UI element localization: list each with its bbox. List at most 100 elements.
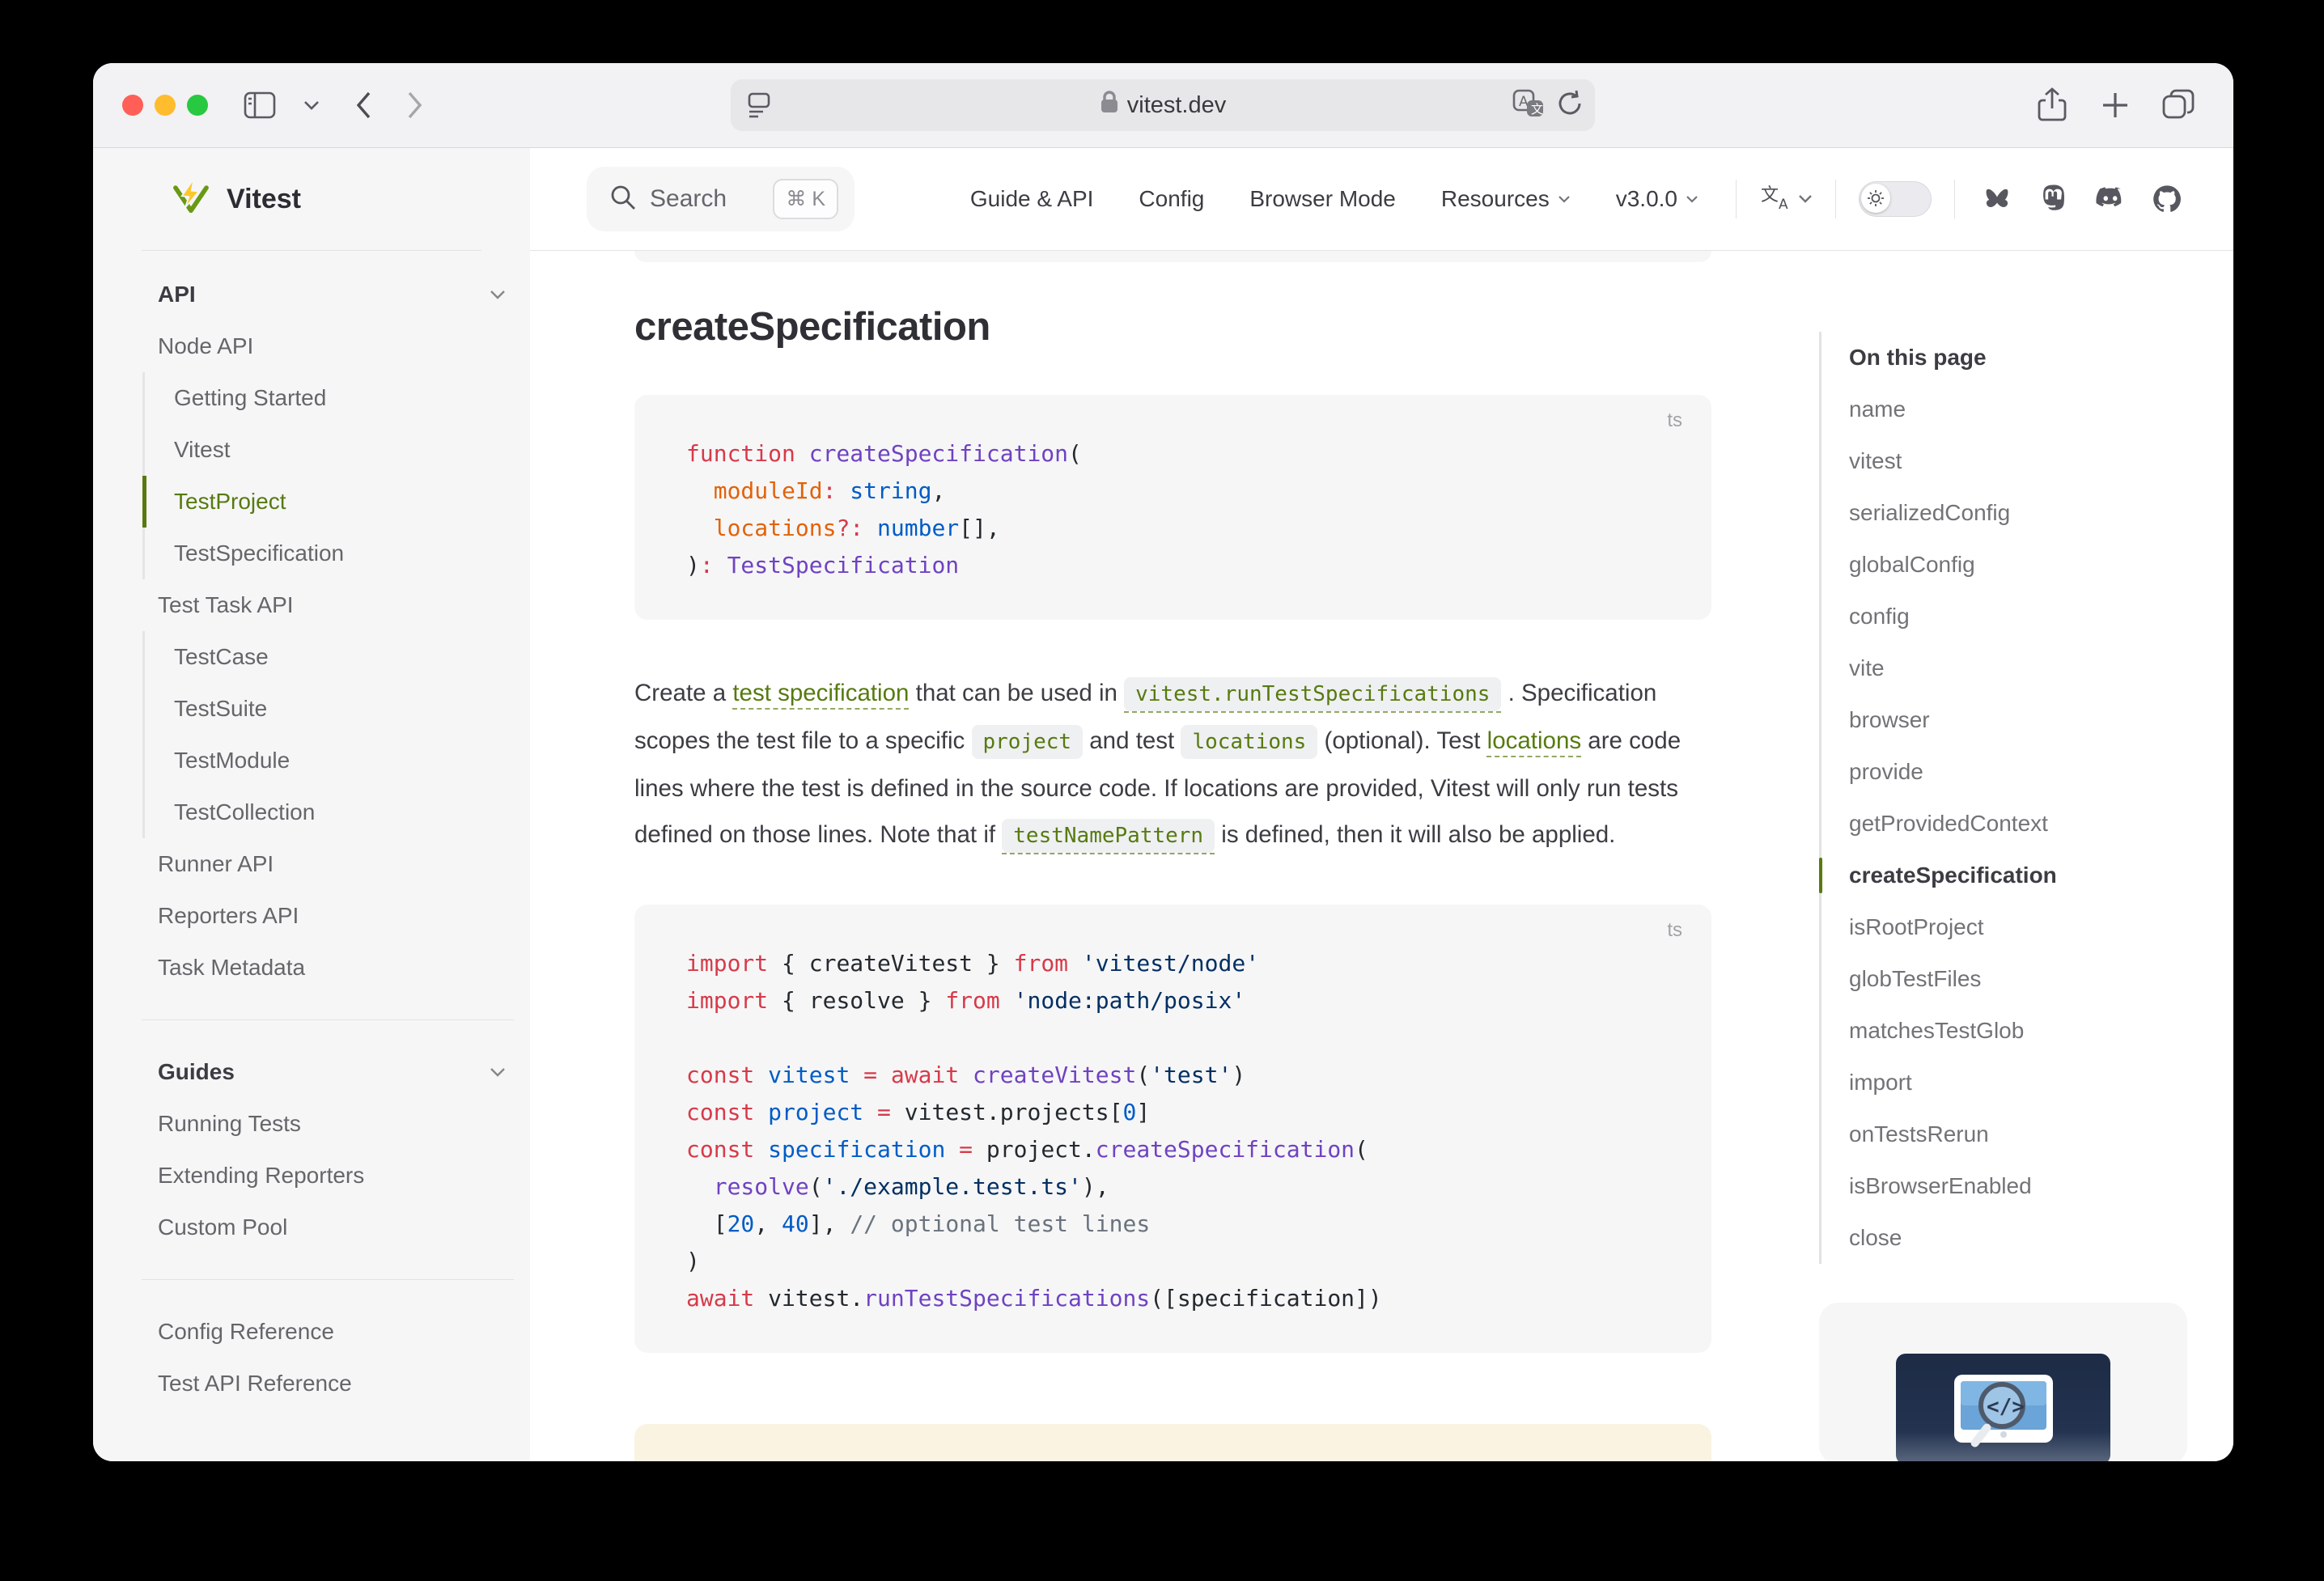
inline-code-link[interactable]: testNamePattern — [1002, 821, 1215, 854]
sidebar-link[interactable]: Vitest — [174, 437, 506, 463]
language-menu[interactable]: 文A — [1751, 183, 1821, 216]
sidebar-link[interactable]: Test Task API — [158, 592, 506, 618]
sidebar-item-testcase[interactable]: TestCase — [142, 631, 506, 683]
doc-link[interactable]: test specification — [732, 680, 909, 706]
sidebar-item-test-api-reference[interactable]: Test API Reference — [158, 1358, 506, 1409]
sidebar-item-testproject[interactable]: TestProject — [142, 476, 506, 528]
address-bar[interactable]: vitest.dev A文 — [731, 79, 1595, 131]
sidebar-link[interactable]: TestModule — [174, 748, 506, 774]
sidebar-link[interactable]: Config Reference — [158, 1319, 506, 1345]
outline-item-matchestestglob[interactable]: matchesTestGlob — [1849, 1005, 2187, 1057]
sidebar-link[interactable]: Running Tests — [158, 1111, 506, 1137]
sponsor-card[interactable]: </> — [1819, 1303, 2187, 1461]
outline-link[interactable]: globTestFiles — [1849, 966, 1981, 992]
tab-overview-icon[interactable] — [2156, 83, 2201, 128]
nav-link-guide-api[interactable]: Guide & API — [948, 186, 1117, 212]
sidebar-item-extending-reporters[interactable]: Extending Reporters — [158, 1150, 506, 1202]
sidebar-item-test-task-api[interactable]: Test Task API — [158, 579, 506, 631]
github-icon[interactable] — [2151, 183, 2183, 215]
outline-item-isbrowserenabled[interactable]: isBrowserEnabled — [1849, 1160, 2187, 1212]
translate-icon[interactable]: A文 — [1512, 89, 1545, 122]
sidebar-link[interactable]: TestCollection — [174, 799, 506, 825]
outline-link[interactable]: isRootProject — [1849, 914, 1984, 940]
sidebar-item-custom-pool[interactable]: Custom Pool — [158, 1202, 506, 1253]
outline-link[interactable]: onTestsRerun — [1849, 1121, 1989, 1147]
new-tab-icon[interactable] — [2093, 83, 2138, 128]
sidebar-link[interactable]: TestSpecification — [174, 540, 506, 566]
sidebar-item-api[interactable]: API — [158, 269, 506, 320]
discord-icon[interactable] — [2094, 183, 2127, 215]
sidebar-link[interactable]: Custom Pool — [158, 1214, 506, 1240]
outline-item-createspecification[interactable]: createSpecification — [1849, 850, 2187, 901]
sidebar-link[interactable]: Getting Started — [174, 385, 506, 411]
sidebar-link[interactable]: Reporters API — [158, 903, 506, 929]
outline-link[interactable]: browser — [1849, 707, 1930, 733]
sidebar-item-testsuite[interactable]: TestSuite — [142, 683, 506, 735]
sidebar-link[interactable]: Runner API — [158, 851, 506, 877]
search-input[interactable]: Search ⌘ K — [587, 167, 855, 231]
sidebar-link[interactable]: TestSuite — [174, 696, 506, 722]
sidebar-item-testspecification[interactable]: TestSpecification — [142, 528, 506, 579]
chevron-down-icon[interactable] — [289, 83, 334, 128]
reload-icon[interactable] — [1556, 89, 1584, 122]
back-button[interactable] — [341, 83, 386, 128]
outline-link[interactable]: serializedConfig — [1849, 500, 2010, 526]
sidebar-item-testmodule[interactable]: TestModule — [142, 735, 506, 786]
outline-item-ontestsrerun[interactable]: onTestsRerun — [1849, 1108, 2187, 1160]
outline-item-vitest[interactable]: vitest — [1849, 435, 2187, 487]
sidebar-item-reporters-api[interactable]: Reporters API — [158, 890, 506, 942]
reader-icon[interactable] — [745, 79, 773, 131]
outline-link[interactable]: close — [1849, 1225, 1902, 1251]
outline-item-provide[interactable]: provide — [1849, 746, 2187, 798]
outline-item-config[interactable]: config — [1849, 591, 2187, 642]
theme-toggle[interactable] — [1859, 181, 1932, 217]
inline-code-link[interactable]: vitest.runTestSpecifications — [1124, 680, 1501, 713]
sidebar-link[interactable]: API — [158, 282, 506, 307]
outline-link[interactable]: matchesTestGlob — [1849, 1018, 2024, 1044]
sidebar-item-config-reference[interactable]: Config Reference — [158, 1306, 506, 1358]
outline-link[interactable]: provide — [1849, 759, 1923, 785]
outline-item-globtestfiles[interactable]: globTestFiles — [1849, 953, 2187, 1005]
outline-item-browser[interactable]: browser — [1849, 694, 2187, 746]
outline-link[interactable]: vite — [1849, 655, 1885, 681]
outline-link[interactable]: createSpecification — [1849, 863, 2057, 888]
outline-item-close[interactable]: close — [1849, 1212, 2187, 1264]
outline-item-globalconfig[interactable]: globalConfig — [1849, 539, 2187, 591]
outline-link[interactable]: import — [1849, 1070, 1912, 1096]
outline-link[interactable]: name — [1849, 396, 1906, 422]
outline-item-isrootproject[interactable]: isRootProject — [1849, 901, 2187, 953]
doc-link[interactable]: locations — [1487, 727, 1581, 754]
site-logo[interactable]: Vitest — [93, 148, 530, 250]
nav-link-v3-0-0[interactable]: v3.0.0 — [1593, 186, 1721, 212]
sidebar-link[interactable]: Node API — [158, 333, 506, 359]
outline-link[interactable]: getProvidedContext — [1849, 811, 2048, 837]
share-icon[interactable] — [2029, 83, 2075, 128]
nav-link-resources[interactable]: Resources — [1419, 186, 1593, 212]
sidebar-item-getting-started[interactable]: Getting Started — [142, 372, 506, 424]
outline-link[interactable]: isBrowserEnabled — [1849, 1173, 2032, 1199]
sidebar-link[interactable]: TestProject — [174, 489, 506, 515]
close-window-button[interactable] — [122, 95, 143, 116]
sidebar-link[interactable]: Extending Reporters — [158, 1163, 506, 1189]
sidebar-toggle-icon[interactable] — [237, 83, 282, 128]
outline-item-getprovidedcontext[interactable]: getProvidedContext — [1849, 798, 2187, 850]
sidebar-link[interactable]: TestCase — [174, 644, 506, 670]
sidebar-item-guides[interactable]: Guides — [158, 1046, 506, 1098]
sidebar-link[interactable]: Test API Reference — [158, 1371, 506, 1397]
outline-item-name[interactable]: name — [1849, 384, 2187, 435]
forward-button[interactable] — [392, 83, 438, 128]
outline-link[interactable]: vitest — [1849, 448, 1902, 474]
sidebar-item-testcollection[interactable]: TestCollection — [142, 786, 506, 838]
outline-item-serializedconfig[interactable]: serializedConfig — [1849, 487, 2187, 539]
bluesky-icon[interactable] — [1981, 183, 2013, 215]
outline-item-import[interactable]: import — [1849, 1057, 2187, 1108]
outline-link[interactable]: globalConfig — [1849, 552, 1975, 578]
sidebar-link[interactable]: Guides — [158, 1059, 506, 1085]
mastodon-icon[interactable] — [2038, 183, 2070, 215]
sidebar-item-vitest[interactable]: Vitest — [142, 424, 506, 476]
sidebar-item-node-api[interactable]: Node API — [158, 320, 506, 372]
nav-link-config[interactable]: Config — [1116, 186, 1227, 212]
minimize-window-button[interactable] — [155, 95, 176, 116]
outline-link[interactable]: config — [1849, 604, 1910, 629]
outline-item-vite[interactable]: vite — [1849, 642, 2187, 694]
